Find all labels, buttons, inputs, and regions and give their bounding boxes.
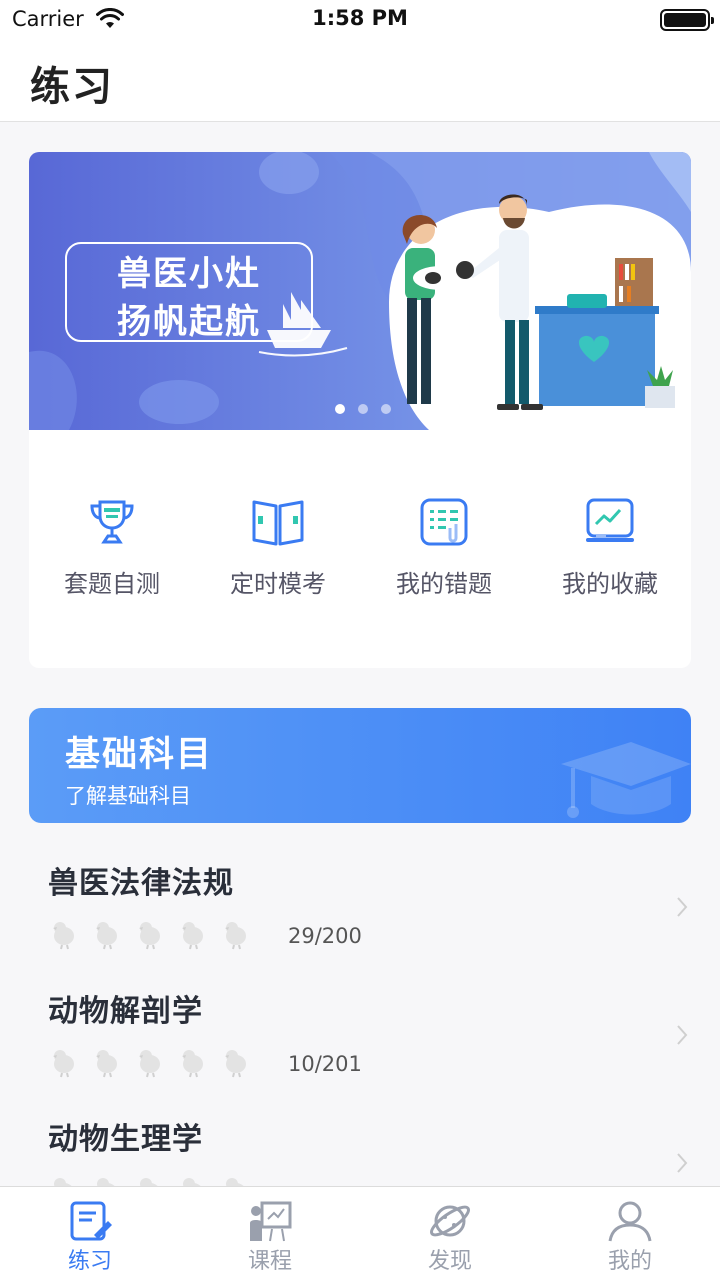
quick-action-label: 我的收藏	[562, 570, 658, 598]
banner-headline-2: 扬帆起航	[117, 302, 261, 342]
chevron-right-icon	[677, 897, 688, 917]
page-title: 练习	[30, 64, 114, 110]
tab-label: 课程	[247, 1249, 292, 1274]
quick-action-favorites[interactable]: 我的收藏	[527, 494, 691, 599]
quick-action-label: 我的错题	[396, 570, 492, 598]
chick-icon	[225, 1050, 247, 1078]
course-progress: 10/201	[288, 1052, 362, 1076]
banner-headline-1: 兽医小灶	[117, 254, 261, 294]
course-name: 动物生理学	[48, 1122, 203, 1157]
quick-action-wrong-answers[interactable]: 我的错题	[361, 494, 527, 599]
tab-label: 我的	[607, 1249, 652, 1274]
quick-action-label: 套题自测	[64, 570, 160, 598]
course-name: 兽医法律法规	[48, 866, 234, 901]
page-dot-1[interactable]	[335, 404, 345, 414]
chick-icon	[96, 922, 118, 950]
subject-banner[interactable]: 基础科目 了解基础科目	[29, 708, 691, 823]
course-progress: 29/200	[288, 924, 362, 948]
chick-icon	[53, 1050, 74, 1078]
banner-page-indicator[interactable]	[335, 399, 399, 418]
planet-icon	[430, 1205, 470, 1237]
chick-icon	[53, 922, 74, 950]
rating-chicks	[48, 1046, 258, 1078]
subject-subtitle: 了解基础科目	[65, 784, 191, 808]
worksheet-icon	[420, 498, 468, 546]
home-card: 兽医小灶 扬帆起航 套题自测 定时模考 我的错题 我的收藏	[29, 152, 691, 668]
tab-practice[interactable]: 练习	[0, 1187, 180, 1280]
page-dot-3[interactable]	[381, 404, 392, 414]
navigation-bar: 练习	[0, 40, 720, 122]
promo-banner[interactable]: 兽医小灶 扬帆起航	[29, 152, 691, 430]
tab-profile[interactable]: 我的	[540, 1187, 720, 1280]
chart-board-icon	[586, 498, 634, 542]
chevron-right-icon	[677, 1153, 688, 1173]
course-name: 动物解剖学	[48, 994, 203, 1029]
subject-title: 基础科目	[65, 735, 214, 775]
book-icon	[252, 500, 304, 546]
profile-icon	[608, 1201, 652, 1242]
tab-label: 练习	[67, 1249, 112, 1274]
quick-action-test-sets[interactable]: 套题自测	[29, 494, 195, 599]
tab-discover[interactable]: 发现	[360, 1187, 540, 1280]
chick-icon	[139, 922, 161, 950]
quick-action-label: 定时模考	[230, 570, 326, 598]
course-row[interactable]: 动物解剖学 10/201	[0, 968, 720, 1096]
clock: 1:58 PM	[312, 6, 408, 30]
battery-icon	[660, 9, 714, 31]
tab-label: 发现	[427, 1249, 472, 1274]
chevron-right-icon	[677, 1025, 688, 1045]
chick-icon	[139, 1050, 161, 1078]
quick-action-timed-exam[interactable]: 定时模考	[195, 494, 361, 599]
chick-icon	[96, 1050, 118, 1078]
quick-actions: 套题自测 定时模考 我的错题 我的收藏	[29, 430, 691, 668]
course-icon	[250, 1201, 292, 1242]
page-dot-2[interactable]	[358, 404, 369, 414]
practice-icon	[70, 1201, 112, 1241]
graduation-cap-icon	[561, 742, 691, 818]
status-bar: Carrier 1:58 PM	[0, 0, 720, 40]
course-row[interactable]: 兽医法律法规 29/200	[0, 840, 720, 968]
rating-chicks	[48, 918, 258, 950]
tab-bar: 练习 课程 发现 我的	[0, 1186, 720, 1280]
chick-icon	[225, 922, 247, 950]
chick-icon	[182, 922, 204, 950]
chick-icon	[182, 1050, 204, 1078]
tab-courses[interactable]: 课程	[180, 1187, 360, 1280]
trophy-icon	[90, 500, 134, 544]
